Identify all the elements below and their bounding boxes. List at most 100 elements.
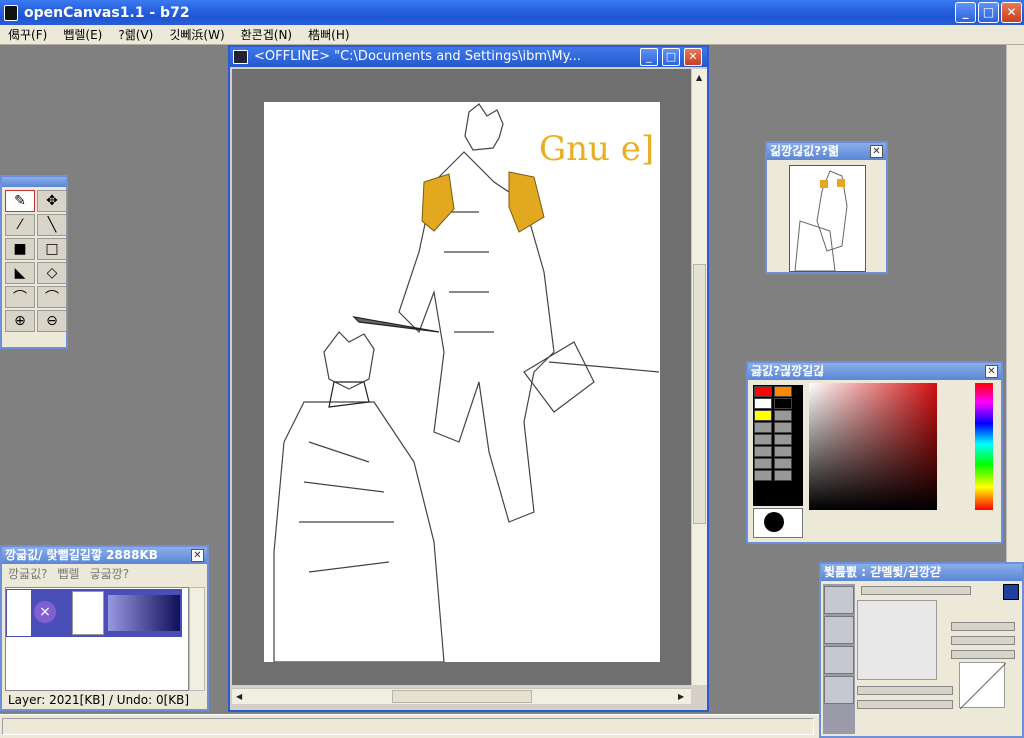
color-swatch[interactable] bbox=[754, 386, 772, 397]
horizontal-scroll-thumb[interactable] bbox=[392, 690, 532, 703]
layer-row[interactable]: × bbox=[6, 589, 182, 637]
eyedropper-tool-icon[interactable]: ⁄ bbox=[5, 214, 35, 236]
sketch-artwork: Gnu e] bbox=[273, 103, 660, 662]
layer-palette-title[interactable]: 깡긃깂/ 랓뻘길길깧 2888KB ✕ bbox=[2, 547, 207, 564]
line-tool-icon[interactable]: ╲ bbox=[37, 214, 67, 236]
current-color-well[interactable] bbox=[753, 508, 803, 538]
menu-view[interactable]: ?렒(V) bbox=[110, 26, 161, 43]
menu-file[interactable]: 偈꾸(F) bbox=[0, 26, 55, 43]
close-button[interactable]: ✕ bbox=[1001, 2, 1022, 23]
scroll-right-arrow-icon[interactable]: ▶ bbox=[678, 692, 684, 701]
document-minimize-button[interactable]: _ bbox=[640, 48, 658, 66]
saturation-value-picker[interactable] bbox=[809, 383, 937, 510]
layer-list-scrollbar[interactable] bbox=[189, 587, 205, 691]
color-swatch[interactable] bbox=[754, 398, 772, 409]
drawing-canvas[interactable]: Gnu e] bbox=[264, 102, 660, 662]
color-swatch[interactable] bbox=[754, 422, 772, 433]
color-swatch[interactable] bbox=[774, 470, 792, 481]
brush-min-size-slider[interactable] bbox=[857, 700, 953, 709]
layer-tabs: 깡긃깂? 뺍렐 긓긃깡? bbox=[2, 564, 207, 583]
brush-size-slider[interactable] bbox=[861, 586, 971, 595]
color-palette-title-text: 긇긼?긚깡길긶 bbox=[751, 364, 825, 378]
brush-airbrush-icon[interactable] bbox=[824, 676, 854, 704]
curve-tool-icon[interactable]: ⌒ bbox=[5, 286, 35, 308]
arc-tool-icon[interactable]: ⌒ bbox=[37, 286, 67, 308]
brush-palette-title-text: 뷫릂뾠 : 갿멜뷫/길깡갿 bbox=[824, 565, 941, 579]
minimize-button[interactable]: _ bbox=[955, 2, 976, 23]
color-swatch[interactable] bbox=[754, 434, 772, 445]
brush-opacity-slider[interactable] bbox=[951, 622, 1015, 631]
color-swatch[interactable] bbox=[774, 410, 792, 421]
document-icon bbox=[233, 50, 248, 64]
save-brush-icon[interactable] bbox=[1003, 584, 1019, 600]
layer-opacity-gradient bbox=[108, 595, 180, 631]
menu-edit[interactable]: 뺍렐(E) bbox=[55, 26, 110, 43]
tool-palette-title[interactable] bbox=[2, 177, 66, 187]
vertical-scroll-thumb[interactable] bbox=[693, 264, 706, 524]
document-vertical-scrollbar[interactable]: ▲ bbox=[691, 69, 707, 685]
layer-mode-icon[interactable]: × bbox=[34, 601, 56, 623]
menu-bar: 偈꾸(F) 뺍렐(E) ?렒(V) 깃뻬浜(W) 환콘겝(N) 梏뻐(H) bbox=[0, 25, 1024, 45]
zoom-in-tool-icon[interactable]: ⊕ bbox=[5, 310, 35, 332]
navigator-preview[interactable] bbox=[789, 165, 866, 272]
menu-window[interactable]: 깃뻬浜(W) bbox=[161, 26, 232, 43]
color-swatch[interactable] bbox=[754, 446, 772, 457]
pen-tool-icon[interactable]: ✎ bbox=[5, 190, 35, 212]
tool-palette: ✎ ✥ ⁄ ╲ ■ □ ◣ ◇ ⌒ ⌒ ⊕ ⊖ bbox=[0, 175, 68, 349]
layer-visibility-icon[interactable] bbox=[7, 590, 31, 636]
color-palette: 긇긼?긚깡길긶 ✕ bbox=[746, 361, 1003, 544]
zoom-out-tool-icon[interactable]: ⊖ bbox=[37, 310, 67, 332]
color-swatch[interactable] bbox=[754, 458, 772, 469]
brush-blur-slider[interactable] bbox=[951, 650, 1015, 659]
color-swatch[interactable] bbox=[774, 446, 792, 457]
layer-list: × bbox=[5, 587, 189, 691]
maximize-button[interactable]: □ bbox=[978, 2, 999, 23]
color-swatch[interactable] bbox=[774, 458, 792, 469]
canvas-area[interactable]: Gnu e] bbox=[232, 69, 691, 685]
polygon-select-tool-icon[interactable]: ◇ bbox=[37, 262, 67, 284]
layer-status-text: Layer: 2021[KB] / Undo: 0[KB] bbox=[8, 693, 190, 707]
color-swatch[interactable] bbox=[754, 410, 772, 421]
navigator-palette: 긺깡긶깂??렮 ✕ bbox=[765, 141, 888, 274]
document-horizontal-scrollbar[interactable]: ◀ ▶ bbox=[232, 688, 691, 704]
menu-help[interactable]: 梏뻐(H) bbox=[300, 26, 357, 43]
brush-water-icon[interactable] bbox=[824, 646, 854, 674]
color-swatch[interactable] bbox=[774, 398, 792, 409]
brush-pen-icon[interactable] bbox=[824, 586, 854, 614]
layer-palette: 깡긃깂/ 랓뻘길길깧 2888KB ✕ 깡긃깂? 뺍렐 긓긃깡? × Layer… bbox=[0, 545, 209, 711]
brush-type-list bbox=[823, 584, 855, 734]
pressure-curve-editor[interactable] bbox=[959, 662, 1007, 710]
color-swatch[interactable] bbox=[754, 470, 772, 481]
brush-density-slider[interactable] bbox=[951, 636, 1015, 645]
navigator-close-icon[interactable]: ✕ bbox=[870, 145, 883, 158]
document-close-button[interactable]: ✕ bbox=[684, 48, 702, 66]
color-palette-title[interactable]: 긇긼?긚깡길긶 ✕ bbox=[748, 363, 1001, 380]
color-palette-close-icon[interactable]: ✕ bbox=[985, 365, 998, 378]
menu-environment[interactable]: 환콘겝(N) bbox=[233, 26, 300, 43]
rect-select-tool-icon[interactable]: □ bbox=[37, 238, 67, 260]
scroll-left-arrow-icon[interactable]: ◀ bbox=[236, 692, 242, 701]
fill-color-tool-icon[interactable]: ■ bbox=[5, 238, 35, 260]
layer-palette-close-icon[interactable]: ✕ bbox=[191, 549, 204, 562]
navigator-thumbnail bbox=[794, 170, 848, 271]
brush-marker-icon[interactable] bbox=[824, 616, 854, 644]
navigator-title-text: 긺깡긶깂??렮 bbox=[770, 144, 840, 158]
move-tool-icon[interactable]: ✥ bbox=[37, 190, 67, 212]
scroll-up-arrow-icon[interactable]: ▲ bbox=[696, 73, 702, 82]
color-swatch[interactable] bbox=[774, 422, 792, 433]
color-swatch[interactable] bbox=[774, 434, 792, 445]
pressure-curve-line bbox=[959, 662, 1007, 710]
color-swatch[interactable] bbox=[774, 386, 792, 397]
navigator-title[interactable]: 긺깡긶깂??렮 ✕ bbox=[767, 143, 886, 160]
layer-tab-edit[interactable]: 뺍렐 bbox=[58, 565, 80, 582]
brush-pressure-slider[interactable] bbox=[857, 686, 953, 695]
document-maximize-button[interactable]: □ bbox=[662, 48, 680, 66]
document-title: <OFFLINE> "C:\Documents and Settings\ibm… bbox=[254, 49, 581, 64]
polygon-fill-tool-icon[interactable]: ◣ bbox=[5, 262, 35, 284]
layer-tab-filter[interactable]: 긓긃깡? bbox=[90, 565, 130, 582]
hue-slider[interactable] bbox=[975, 383, 993, 510]
document-title-bar: <OFFLINE> "C:\Documents and Settings\ibm… bbox=[230, 47, 707, 67]
brush-palette-title[interactable]: 뷫릂뾠 : 갿멜뷫/길깡갿 bbox=[821, 564, 1022, 581]
signature-text: Gnu e] bbox=[539, 129, 654, 169]
layer-tab-layer[interactable]: 깡긃깂? bbox=[8, 565, 48, 582]
